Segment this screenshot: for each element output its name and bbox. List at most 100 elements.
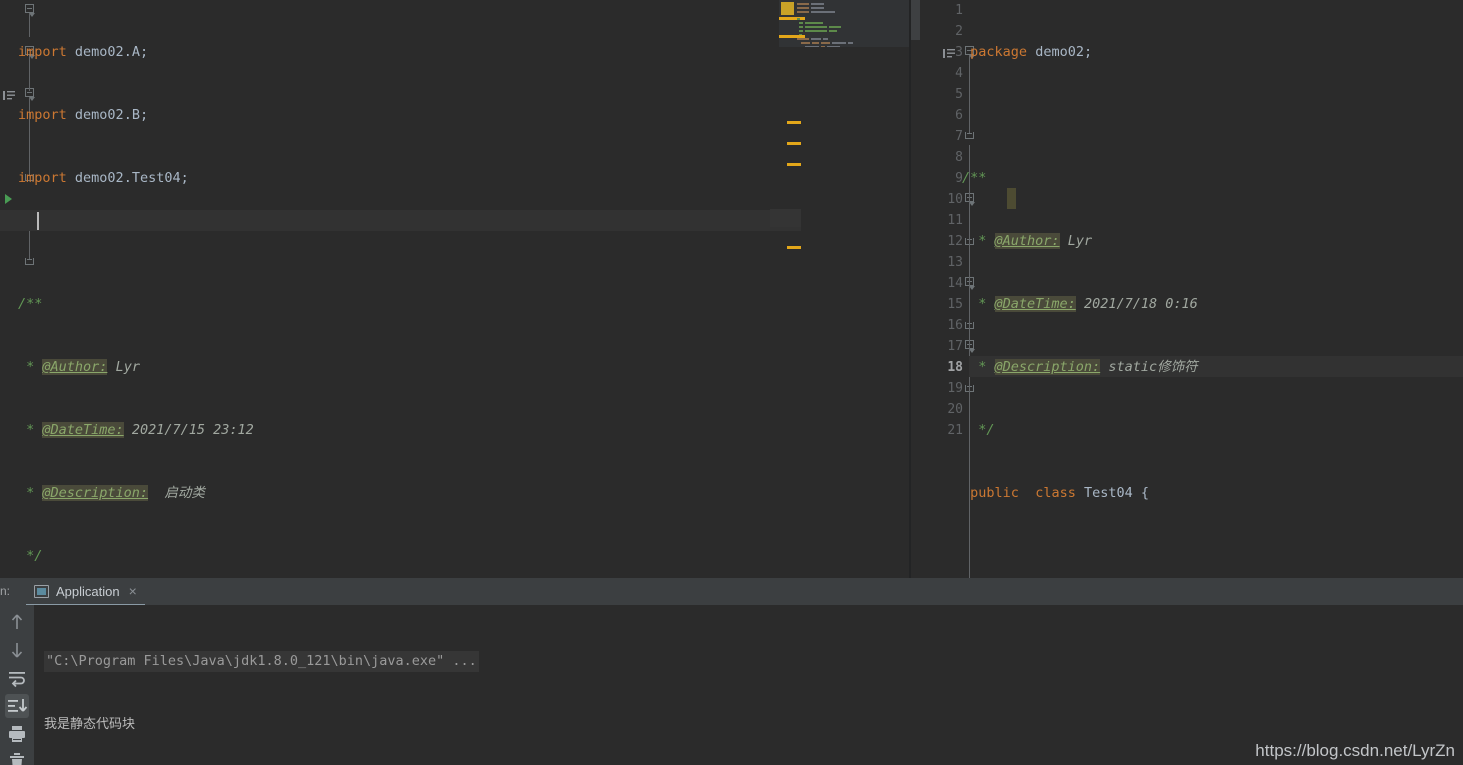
close-icon[interactable]: × — [129, 584, 137, 598]
javadoc-author-value: Lyr — [115, 359, 140, 375]
minimap-row — [805, 30, 827, 32]
minimap-row — [799, 22, 803, 24]
editor-split-area: import demo02.A; import demo02.B; import… — [0, 0, 1463, 578]
minimap-row — [805, 46, 819, 47]
console-panel-label: n: — [0, 584, 11, 598]
console-toolbar — [0, 605, 34, 765]
javadoc-description-tag: @Description: — [42, 485, 149, 501]
minimap-row — [797, 7, 809, 9]
warning-stripe-marker[interactable] — [787, 142, 801, 145]
minimap-row — [805, 22, 823, 24]
warning-stripe-marker[interactable] — [787, 163, 801, 166]
javadoc-datetime-value-right: 2021/7/18 0:16 — [1083, 296, 1198, 312]
javadoc-author-value-right: Lyr — [1067, 233, 1093, 249]
line-number: 16 — [947, 318, 963, 333]
code-line: */ — [18, 548, 43, 564]
minimap-row — [797, 3, 809, 5]
javadoc-datetime-tag-right: @DateTime: — [994, 296, 1076, 312]
line-number: 8 — [955, 150, 963, 165]
code-minimap-preview[interactable] — [779, 0, 911, 47]
trash-icon[interactable] — [5, 750, 29, 765]
code-line: import demo02.A; — [18, 44, 149, 60]
minimap-row — [811, 7, 824, 9]
run-class-gutter-icon[interactable] — [5, 194, 12, 204]
line-number: 19 — [947, 381, 963, 396]
console-header-bar: n: Application × — [0, 578, 1463, 607]
right-editor-line-numbers: 1 2 3 4 5 6 7 8 9 10 11 12 13 14 15 16 17 18 19 20 21 — [911, 0, 969, 578]
minimap-row — [812, 42, 819, 44]
minimap-row — [779, 35, 805, 38]
minimap-row — [811, 3, 824, 5]
line-number: 20 — [947, 402, 963, 417]
soft-wrap-icon[interactable] — [5, 666, 29, 690]
intellij-idea-window: import demo02.A; import demo02.B; import… — [0, 0, 1463, 765]
line-number: 12 — [947, 234, 963, 249]
line-number: 17 — [947, 339, 963, 354]
code-line: import demo02.B; — [18, 107, 149, 123]
code-line: import demo02.Test04; — [18, 170, 189, 186]
line-number: 21 — [947, 423, 963, 438]
right-editor-pane[interactable]: 1 2 3 4 5 6 7 8 9 10 11 12 13 14 15 16 17 18 19 20 21 — [911, 0, 1463, 578]
code-line: * @Description: static修饰符 — [962, 359, 1198, 375]
left-editor-code[interactable]: import demo02.A; import demo02.B; import… — [18, 0, 778, 578]
minimap-row — [827, 46, 840, 47]
left-editor-pane[interactable]: import demo02.A; import demo02.B; import… — [0, 0, 911, 578]
code-line: * @DateTime: 2021/7/15 23:12 — [18, 422, 254, 438]
minimap-row — [781, 2, 794, 15]
minimap-row — [821, 46, 825, 47]
minimap-row — [848, 42, 853, 44]
right-editor-code[interactable]: package demo02; /** * @Author: Lyr * @Da… — [962, 0, 1462, 578]
minimap-row — [829, 30, 837, 32]
line-number: 10 — [947, 192, 963, 207]
line-number: 13 — [947, 255, 963, 270]
minimap-row — [823, 38, 828, 40]
javadoc-marker-icon-right — [943, 45, 955, 58]
javadoc-author-tag-right: @Author: — [994, 233, 1060, 249]
down-arrow-icon[interactable] — [5, 638, 29, 662]
code-line: * @Description: 启动类 — [18, 485, 205, 501]
code-line: /** — [962, 170, 987, 186]
line-number: 1 — [955, 3, 963, 18]
up-arrow-icon[interactable] — [5, 610, 29, 634]
minimap-row — [829, 26, 841, 28]
warning-stripe-marker[interactable] — [787, 121, 801, 124]
code-line: * @Author: Lyr — [962, 233, 1093, 249]
code-line: * @Author: Lyr — [18, 359, 140, 375]
scroll-to-end-icon[interactable] — [5, 694, 29, 718]
javadoc-datetime-value: 2021/7/15 23:12 — [131, 422, 254, 438]
javadoc-description-value: 启动类 — [164, 485, 205, 501]
minimap-row — [797, 18, 800, 20]
console-output[interactable]: "C:\Program Files\Java\jdk1.8.0_121\bin\… — [34, 605, 1463, 765]
caret-stripe-marker[interactable] — [770, 209, 801, 227]
code-line: /** — [18, 296, 43, 312]
console-tab-label: Application — [56, 583, 120, 599]
print-icon[interactable] — [5, 722, 29, 746]
minimap-row — [832, 42, 846, 44]
minimap-row — [799, 26, 803, 28]
console-command-text: "C:\Program Files\Java\jdk1.8.0_121\bin\… — [44, 651, 479, 672]
console-tab-application[interactable]: Application × — [26, 578, 145, 607]
line-number: 2 — [955, 24, 963, 39]
warning-stripe-marker[interactable] — [787, 246, 801, 249]
line-number: 6 — [955, 108, 963, 123]
minimap-row — [799, 30, 803, 32]
line-number: 7 — [955, 129, 963, 144]
watermark-text: https://blog.csdn.net/LyrZn — [1255, 741, 1455, 760]
javadoc-description-value-right: static修饰符 — [1108, 359, 1198, 375]
javadoc-author-tag: @Author: — [42, 359, 108, 375]
minimap-row — [811, 38, 821, 40]
minimap-row — [821, 42, 830, 44]
minimap-row — [811, 11, 835, 13]
minimap-row — [797, 38, 809, 40]
code-line: package demo02; — [970, 44, 1093, 60]
console-command-line: "C:\Program Files\Java\jdk1.8.0_121\bin\… — [34, 651, 1463, 672]
line-number: 4 — [955, 66, 963, 81]
line-number: 5 — [955, 87, 963, 102]
code-line: public class Test04 { — [970, 485, 1150, 501]
code-line: * @DateTime: 2021/7/18 0:16 — [962, 296, 1198, 312]
javadoc-description-tag-right: @Description: — [994, 359, 1101, 375]
console-output-line: 我是静态代码块 — [44, 717, 136, 732]
